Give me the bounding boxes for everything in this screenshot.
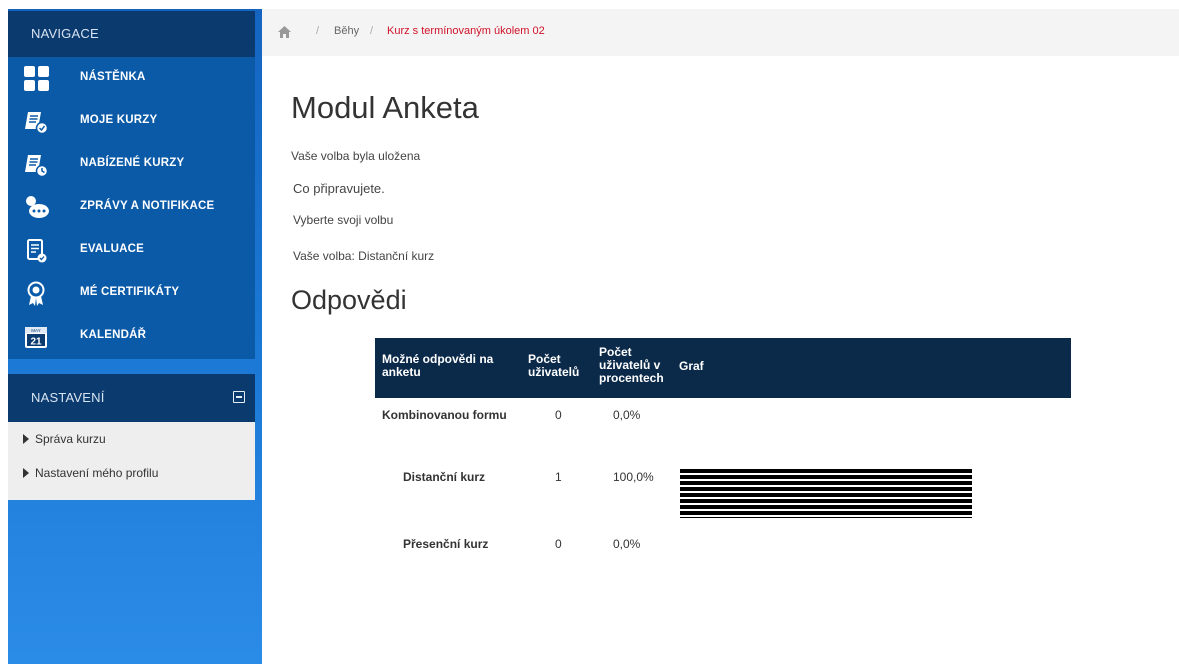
sidebar-item-label: MÉ CERTIFIKÁTY (80, 286, 180, 298)
sidebar-item-messages[interactable]: ZPRÁVY A NOTIFIKACE (8, 190, 255, 232)
breadcrumb-link-course[interactable]: Kurz s termínovaným úkolem 02 (387, 25, 545, 37)
answers-heading: Odpovědi (291, 285, 407, 315)
sidebar-item-label: NÁSTĚNKA (80, 71, 146, 83)
column-header-graph: Graf (679, 359, 704, 373)
sidebar-item-dashboard[interactable]: NÁSTĚNKA (8, 61, 255, 103)
percent-cell: 0,0% (613, 537, 641, 551)
my-courses-icon (25, 112, 49, 135)
navigation-menu: NÁSTĚNKA MOJE KURZY NABÍZENÉ KURZY ZPRÁV… (8, 57, 255, 359)
sidebar-item-evaluation[interactable]: EVALUACE (8, 233, 255, 275)
sidebar-item-label: MOJE KURZY (80, 114, 158, 126)
settings-menu: Správa kurzu Nastavení mého profilu (8, 422, 255, 500)
calendar-icon: MAY 21 (25, 327, 47, 348)
page-title: Modul Anketa (291, 90, 479, 125)
percent-cell: 0,0% (613, 408, 641, 422)
calendar-month: MAY (31, 328, 40, 333)
count-cell: 0 (555, 537, 562, 551)
your-choice: Vaše volba: Distanční kurz (293, 249, 435, 263)
sidebar: NAVIGACE NÁSTĚNKA MOJE KURZY NABÍZENÉ KU… (8, 9, 262, 664)
answer-cell: Kombinovanou formu (382, 408, 507, 422)
breadcrumb-link-runs[interactable]: Běhy (334, 25, 359, 37)
column-header-answer: Možné odpovědi na anketu (382, 352, 494, 379)
settings-block-header: NASTAVENÍ (8, 374, 255, 422)
settings-item-course-admin[interactable]: Správa kurzu (8, 426, 255, 460)
count-cell: 0 (555, 408, 562, 422)
sidebar-item-label: NABÍZENÉ KURZY (80, 157, 185, 169)
sidebar-item-calendar[interactable]: MAY 21 KALENDÁŘ (8, 319, 255, 361)
sidebar-item-label: EVALUACE (80, 243, 145, 255)
column-header-percent: Počet uživatelů v procentech (599, 345, 664, 385)
breadcrumb-separator: / (316, 25, 320, 37)
collapse-icon[interactable] (233, 391, 245, 403)
sidebar-item-label: ZPRÁVY A NOTIFIKACE (80, 200, 215, 212)
count-cell: 1 (555, 470, 562, 484)
caret-right-icon (23, 468, 29, 478)
sidebar-item-label: KALENDÁŘ (80, 329, 147, 341)
result-bar (680, 469, 972, 518)
answer-cell: Přesenční kurz (403, 537, 489, 551)
offered-courses-icon (25, 155, 49, 178)
home-icon[interactable] (278, 26, 291, 38)
certificate-icon (27, 281, 45, 306)
app-frame: NAVIGACE NÁSTĚNKA MOJE KURZY NABÍZENÉ KU… (8, 9, 1179, 664)
sidebar-item-offered-courses[interactable]: NABÍZENÉ KURZY (8, 147, 255, 189)
column-header-count: Počet uživatelů (528, 352, 580, 379)
sidebar-item-certificates[interactable]: MÉ CERTIFIKÁTY (8, 276, 255, 318)
messages-icon (26, 196, 49, 218)
percent-cell: 100,0% (613, 470, 654, 484)
table-header: Možné odpovědi na anketu Počet uživatelů… (375, 338, 1071, 398)
choose-prompt: Vyberte svoji volbu (293, 213, 394, 227)
breadcrumb: / Běhy / Kurz s termínovaným úkolem 02 (262, 9, 1179, 56)
settings-title: NASTAVENÍ (31, 390, 105, 405)
settings-item-label: Správa kurzu (35, 432, 106, 446)
evaluation-icon (27, 239, 47, 263)
calendar-day: 21 (30, 337, 42, 348)
breadcrumb-separator: / (370, 25, 374, 37)
sidebar-item-my-courses[interactable]: MOJE KURZY (8, 104, 255, 146)
navigation-block-header: NAVIGACE (8, 11, 255, 57)
settings-item-profile[interactable]: Nastavení mého profilu (8, 460, 255, 494)
caret-right-icon (23, 434, 29, 444)
dashboard-icon (24, 66, 49, 91)
main-content: Modul Anketa Vaše volba byla uložena Co … (262, 56, 1179, 664)
navigation-title: NAVIGACE (31, 26, 99, 41)
saved-message: Vaše volba byla uložena (291, 149, 421, 163)
answer-cell: Distanční kurz (403, 470, 486, 484)
settings-item-label: Nastavení mého profilu (35, 466, 159, 480)
survey-question: Co připravujete. (293, 181, 385, 196)
